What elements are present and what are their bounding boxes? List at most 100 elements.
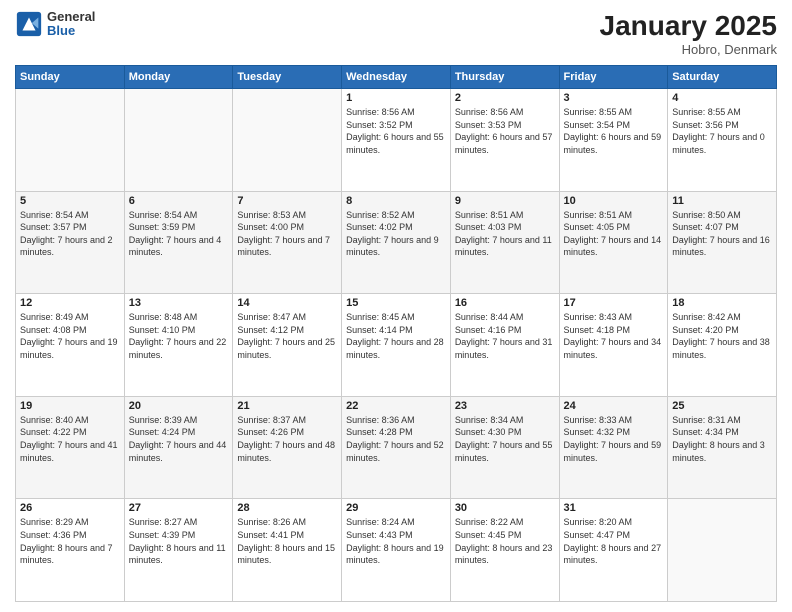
logo-general: General (47, 10, 95, 24)
cell-3-6: 25 Sunrise: 8:31 AMSunset: 4:34 PMDayligh… (668, 396, 777, 499)
day-num-1: 1 (346, 92, 446, 104)
day-num-3: 3 (564, 92, 664, 104)
day-num-19: 19 (20, 400, 120, 412)
col-wednesday: Wednesday (342, 66, 451, 89)
location: Hobro, Denmark (600, 42, 777, 57)
day-num-28: 28 (237, 502, 337, 514)
day-info-6: Sunrise: 8:54 AMSunset: 3:59 PMDaylight:… (129, 209, 229, 259)
col-saturday: Saturday (668, 66, 777, 89)
day-num-8: 8 (346, 195, 446, 207)
week-row-0: 1 Sunrise: 8:56 AMSunset: 3:52 PMDaylight… (16, 89, 777, 192)
day-num-25: 25 (672, 400, 772, 412)
week-row-4: 26 Sunrise: 8:29 AMSunset: 4:36 PMDayligh… (16, 499, 777, 602)
cell-3-1: 20 Sunrise: 8:39 AMSunset: 4:24 PMDayligh… (124, 396, 233, 499)
day-num-4: 4 (672, 92, 772, 104)
day-num-17: 17 (564, 297, 664, 309)
col-monday: Monday (124, 66, 233, 89)
day-info-26: Sunrise: 8:29 AMSunset: 4:36 PMDaylight:… (20, 516, 120, 566)
col-sunday: Sunday (16, 66, 125, 89)
cell-0-5: 3 Sunrise: 8:55 AMSunset: 3:54 PMDaylight… (559, 89, 668, 192)
day-info-3: Sunrise: 8:55 AMSunset: 3:54 PMDaylight:… (564, 106, 664, 156)
day-info-28: Sunrise: 8:26 AMSunset: 4:41 PMDaylight:… (237, 516, 337, 566)
col-thursday: Thursday (450, 66, 559, 89)
day-info-16: Sunrise: 8:44 AMSunset: 4:16 PMDaylight:… (455, 311, 555, 361)
week-row-1: 5 Sunrise: 8:54 AMSunset: 3:57 PMDaylight… (16, 191, 777, 294)
day-num-16: 16 (455, 297, 555, 309)
cell-2-4: 16 Sunrise: 8:44 AMSunset: 4:16 PMDayligh… (450, 294, 559, 397)
cell-3-3: 22 Sunrise: 8:36 AMSunset: 4:28 PMDayligh… (342, 396, 451, 499)
day-info-7: Sunrise: 8:53 AMSunset: 4:00 PMDaylight:… (237, 209, 337, 259)
cell-4-5: 31Sunrise: 8:20 AMSunset: 4:47 PMDayligh… (559, 499, 668, 602)
day-info-15: Sunrise: 8:45 AMSunset: 4:14 PMDaylight:… (346, 311, 446, 361)
day-info-22: Sunrise: 8:36 AMSunset: 4:28 PMDaylight:… (346, 414, 446, 464)
day-info-14: Sunrise: 8:47 AMSunset: 4:12 PMDaylight:… (237, 311, 337, 361)
day-num-18: 18 (672, 297, 772, 309)
cell-0-1 (124, 89, 233, 192)
day-info-29: Sunrise: 8:24 AMSunset: 4:43 PMDaylight:… (346, 516, 446, 566)
day-info-17: Sunrise: 8:43 AMSunset: 4:18 PMDaylight:… (564, 311, 664, 361)
cell-2-0: 12 Sunrise: 8:49 AMSunset: 4:08 PMDayligh… (16, 294, 125, 397)
week-row-3: 19 Sunrise: 8:40 AMSunset: 4:22 PMDayligh… (16, 396, 777, 499)
day-info-19: Sunrise: 8:40 AMSunset: 4:22 PMDaylight:… (20, 414, 120, 464)
day-num-9: 9 (455, 195, 555, 207)
day-num-27: 27 (129, 502, 229, 514)
day-info-8: Sunrise: 8:52 AMSunset: 4:02 PMDaylight:… (346, 209, 446, 259)
day-info-12: Sunrise: 8:49 AMSunset: 4:08 PMDaylight:… (20, 311, 120, 361)
day-num-29: 29 (346, 502, 446, 514)
week-row-2: 12 Sunrise: 8:49 AMSunset: 4:08 PMDayligh… (16, 294, 777, 397)
logo-text: General Blue (47, 10, 95, 39)
cell-1-4: 9 Sunrise: 8:51 AMSunset: 4:03 PMDaylight… (450, 191, 559, 294)
calendar-table: Sunday Monday Tuesday Wednesday Thursday… (15, 65, 777, 602)
cell-3-0: 19 Sunrise: 8:40 AMSunset: 4:22 PMDayligh… (16, 396, 125, 499)
day-num-10: 10 (564, 195, 664, 207)
day-num-30: 30 (455, 502, 555, 514)
cell-2-6: 18 Sunrise: 8:42 AMSunset: 4:20 PMDayligh… (668, 294, 777, 397)
day-info-18: Sunrise: 8:42 AMSunset: 4:20 PMDaylight:… (672, 311, 772, 361)
cell-4-4: 30 Sunrise: 8:22 AMSunset: 4:45 PMDayligh… (450, 499, 559, 602)
calendar-header-row: Sunday Monday Tuesday Wednesday Thursday… (16, 66, 777, 89)
day-num-5: 5 (20, 195, 120, 207)
cell-3-2: 21Sunrise: 8:37 AMSunset: 4:26 PMDayligh… (233, 396, 342, 499)
logo-blue: Blue (47, 24, 95, 38)
day-info-9: Sunrise: 8:51 AMSunset: 4:03 PMDaylight:… (455, 209, 555, 259)
day-num-31: 31 (564, 502, 664, 514)
cell-2-2: 14 Sunrise: 8:47 AMSunset: 4:12 PMDayligh… (233, 294, 342, 397)
cell-4-0: 26 Sunrise: 8:29 AMSunset: 4:36 PMDayligh… (16, 499, 125, 602)
day-num-26: 26 (20, 502, 120, 514)
cell-4-2: 28 Sunrise: 8:26 AMSunset: 4:41 PMDayligh… (233, 499, 342, 602)
day-info-4: Sunrise: 8:55 AMSunset: 3:56 PMDaylight:… (672, 106, 772, 156)
day-num-6: 6 (129, 195, 229, 207)
page: General Blue January 2025 Hobro, Denmark… (0, 0, 792, 612)
cell-1-2: 7Sunrise: 8:53 AMSunset: 4:00 PMDaylight… (233, 191, 342, 294)
day-info-1: Sunrise: 8:56 AMSunset: 3:52 PMDaylight:… (346, 106, 446, 156)
day-info-5: Sunrise: 8:54 AMSunset: 3:57 PMDaylight:… (20, 209, 120, 259)
day-info-30: Sunrise: 8:22 AMSunset: 4:45 PMDaylight:… (455, 516, 555, 566)
day-num-2: 2 (455, 92, 555, 104)
logo-icon (15, 10, 43, 38)
day-num-23: 23 (455, 400, 555, 412)
cell-1-3: 8 Sunrise: 8:52 AMSunset: 4:02 PMDaylight… (342, 191, 451, 294)
header: General Blue January 2025 Hobro, Denmark (15, 10, 777, 57)
cell-4-6 (668, 499, 777, 602)
day-num-24: 24 (564, 400, 664, 412)
cell-2-5: 17 Sunrise: 8:43 AMSunset: 4:18 PMDayligh… (559, 294, 668, 397)
day-info-24: Sunrise: 8:33 AMSunset: 4:32 PMDaylight:… (564, 414, 664, 464)
day-info-20: Sunrise: 8:39 AMSunset: 4:24 PMDaylight:… (129, 414, 229, 464)
title-block: January 2025 Hobro, Denmark (600, 10, 777, 57)
cell-1-5: 10Sunrise: 8:51 AMSunset: 4:05 PMDayligh… (559, 191, 668, 294)
day-num-13: 13 (129, 297, 229, 309)
day-num-21: 21 (237, 400, 337, 412)
day-info-25: Sunrise: 8:31 AMSunset: 4:34 PMDaylight:… (672, 414, 772, 464)
day-info-11: Sunrise: 8:50 AMSunset: 4:07 PMDaylight:… (672, 209, 772, 259)
cell-1-0: 5 Sunrise: 8:54 AMSunset: 3:57 PMDaylight… (16, 191, 125, 294)
day-num-12: 12 (20, 297, 120, 309)
cell-0-6: 4 Sunrise: 8:55 AMSunset: 3:56 PMDaylight… (668, 89, 777, 192)
col-friday: Friday (559, 66, 668, 89)
cell-4-1: 27 Sunrise: 8:27 AMSunset: 4:39 PMDayligh… (124, 499, 233, 602)
day-num-14: 14 (237, 297, 337, 309)
cell-3-4: 23Sunrise: 8:34 AMSunset: 4:30 PMDayligh… (450, 396, 559, 499)
day-num-22: 22 (346, 400, 446, 412)
cell-0-3: 1 Sunrise: 8:56 AMSunset: 3:52 PMDaylight… (342, 89, 451, 192)
day-info-27: Sunrise: 8:27 AMSunset: 4:39 PMDaylight:… (129, 516, 229, 566)
day-num-20: 20 (129, 400, 229, 412)
